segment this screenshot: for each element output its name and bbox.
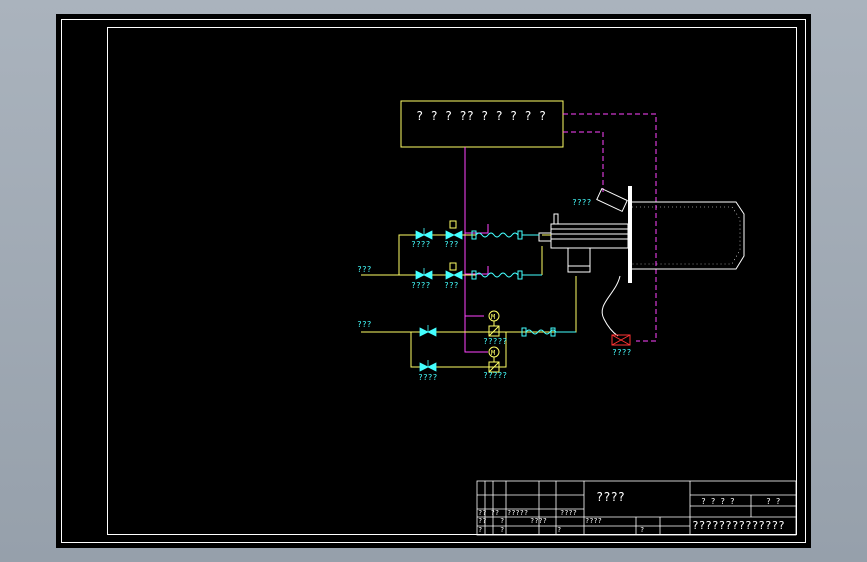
- alarm-label: ????: [612, 348, 631, 357]
- svg-text:??: ??: [478, 517, 486, 525]
- valve1b-label: ???: [444, 240, 459, 249]
- svg-text:? ? ? ?: ? ? ? ?: [701, 497, 735, 506]
- title-block-text: ???? ?????????????? ?? ?? ????? ???? ?? …: [478, 490, 785, 534]
- bypass-valve-label: ????: [418, 373, 437, 382]
- valve2-label: ????: [411, 281, 430, 290]
- signal-lines: [563, 113, 657, 342]
- svg-text:????: ????: [530, 517, 547, 525]
- burner-assembly: [538, 186, 745, 337]
- svg-text:?: ?: [500, 517, 504, 525]
- svg-text:?: ?: [500, 526, 504, 534]
- svg-text:????: ????: [585, 517, 602, 525]
- signal-lines-solid: [464, 147, 489, 353]
- motor-valve-2: M: [488, 346, 500, 373]
- valve1-label: ????: [411, 240, 430, 249]
- drawing-title: ????: [596, 490, 625, 504]
- svg-text:?: ?: [640, 526, 644, 534]
- camera-label: ????: [572, 198, 591, 207]
- hoses: [471, 230, 576, 337]
- drawing-sheet: ? ? ? ?? ? ? ? ? ? M M ???? ???? ??? ???…: [56, 14, 811, 548]
- inlet1-label: ???: [357, 265, 372, 274]
- company-name: ??????????????: [692, 519, 785, 532]
- inlet2-label: ???: [357, 320, 372, 329]
- svg-text:????: ????: [560, 509, 577, 517]
- schematic-diagram: ? ? ? ?? ? ? ? ? ? M M ???? ???? ??? ???…: [357, 100, 797, 536]
- svg-text:? ?: ? ?: [766, 497, 781, 506]
- svg-text:?: ?: [557, 526, 561, 534]
- motor-valve1-label: ?????: [483, 337, 507, 346]
- valve-symbols: [415, 228, 463, 372]
- svg-text:?? ??: ?? ??: [478, 509, 499, 517]
- valve2b-label: ???: [444, 281, 459, 290]
- svg-text:?????: ?????: [507, 509, 528, 517]
- control-box-label: ? ? ? ?? ? ? ? ? ?: [416, 109, 546, 123]
- alarm-symbol: [611, 334, 631, 346]
- gas-lines: [361, 234, 577, 368]
- motor-valve2-label: ?????: [483, 371, 507, 380]
- svg-text:M: M: [491, 313, 495, 321]
- svg-text:M: M: [491, 349, 495, 357]
- control-box: ? ? ? ?? ? ? ? ? ?: [400, 100, 564, 148]
- svg-text:?: ?: [478, 526, 482, 534]
